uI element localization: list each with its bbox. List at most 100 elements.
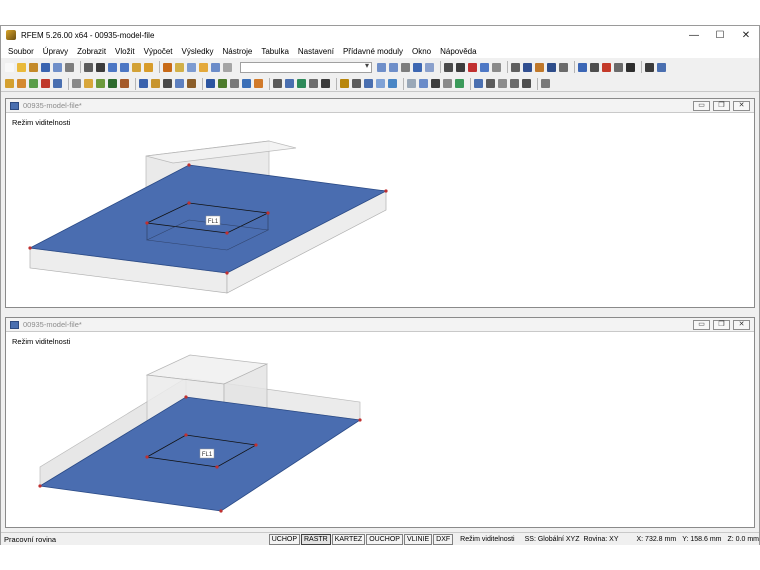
main-right-tool-icon-5[interactable]: [444, 62, 453, 72]
node[interactable]: [219, 509, 223, 513]
secondary-tool-icon-24[interactable]: [321, 79, 330, 88]
secondary-tool-icon-13[interactable]: [175, 79, 184, 88]
view-1-scene[interactable]: FL1: [6, 113, 754, 308]
secondary-tool-icon-14[interactable]: [187, 79, 196, 88]
secondary-tool-icon-38[interactable]: [510, 79, 519, 88]
node[interactable]: [215, 465, 219, 469]
view-2-scene[interactable]: FL1: [6, 332, 754, 528]
main-right-tool-icon-17[interactable]: [602, 62, 611, 72]
close-icon[interactable]: ✕: [733, 26, 759, 44]
secondary-tool-icon-17[interactable]: [230, 79, 239, 88]
menu-item-5[interactable]: Výsledky: [182, 47, 214, 56]
secondary-tool-icon-7[interactable]: [96, 79, 105, 88]
main-tool-icon-10[interactable]: [132, 62, 141, 72]
menu-item-4[interactable]: Výpočet: [144, 47, 173, 56]
secondary-tool-icon-27[interactable]: [364, 79, 373, 88]
main-right-tool-icon-10[interactable]: [511, 62, 520, 72]
main-right-tool-icon-15[interactable]: [578, 62, 587, 72]
secondary-tool-icon-9[interactable]: [120, 79, 129, 88]
main-tool-icon-3[interactable]: [41, 62, 50, 72]
main-right-tool-icon-6[interactable]: [456, 62, 465, 72]
main-right-tool-icon-4[interactable]: [425, 62, 434, 72]
secondary-tool-icon-18[interactable]: [242, 79, 251, 88]
main-tool-icon-17[interactable]: [223, 62, 232, 72]
secondary-tool-icon-8[interactable]: [108, 79, 117, 88]
menu-item-6[interactable]: Nástroje: [223, 47, 253, 56]
secondary-tool-icon-23[interactable]: [309, 79, 318, 88]
secondary-tool-icon-40[interactable]: [541, 79, 550, 88]
main-tool-icon-14[interactable]: [187, 62, 196, 72]
menu-item-9[interactable]: Přídavné moduly: [343, 47, 403, 56]
menu-item-0[interactable]: Soubor: [8, 47, 34, 56]
secondary-tool-icon-31[interactable]: [419, 79, 428, 88]
main-right-tool-icon-11[interactable]: [523, 62, 532, 72]
secondary-tool-icon-33[interactable]: [443, 79, 452, 88]
maximize-icon[interactable]: ☐: [707, 26, 733, 44]
menu-item-11[interactable]: Nápověda: [440, 47, 476, 56]
main-right-tool-icon-2[interactable]: [401, 62, 410, 72]
secondary-tool-icon-26[interactable]: [352, 79, 361, 88]
status-toggle-dxf[interactable]: DXF: [433, 533, 454, 545]
node[interactable]: [184, 433, 188, 437]
secondary-tool-icon-5[interactable]: [72, 79, 81, 88]
main-tool-icon-15[interactable]: [199, 62, 208, 72]
secondary-tool-icon-6[interactable]: [84, 79, 93, 88]
secondary-tool-icon-10[interactable]: [139, 79, 148, 88]
node[interactable]: [145, 455, 149, 459]
view-close-icon[interactable]: ✕: [733, 320, 750, 330]
main-tool-icon-2[interactable]: [29, 62, 38, 72]
secondary-tool-icon-36[interactable]: [486, 79, 495, 88]
status-toggle-kartez[interactable]: KARTEZ: [331, 533, 366, 545]
node[interactable]: [384, 189, 388, 193]
main-right-tool-icon-3[interactable]: [413, 62, 422, 72]
secondary-tool-icon-35[interactable]: [474, 79, 483, 88]
main-tool-icon-7[interactable]: [96, 62, 105, 72]
secondary-tool-icon-30[interactable]: [407, 79, 416, 88]
secondary-tool-icon-20[interactable]: [273, 79, 282, 88]
view-restore-icon[interactable]: ❐: [713, 320, 730, 330]
secondary-tool-icon-19[interactable]: [254, 79, 263, 88]
status-toggle-ouchop[interactable]: OUCHOP: [366, 533, 403, 545]
minimize-icon[interactable]: —: [681, 26, 707, 44]
secondary-tool-icon-22[interactable]: [297, 79, 306, 88]
node[interactable]: [254, 443, 258, 447]
secondary-tool-icon-4[interactable]: [53, 79, 62, 88]
main-tool-icon-5[interactable]: [65, 62, 74, 72]
secondary-tool-icon-28[interactable]: [376, 79, 385, 88]
secondary-tool-icon-21[interactable]: [285, 79, 294, 88]
node[interactable]: [38, 484, 42, 488]
secondary-tool-icon-0[interactable]: [5, 79, 14, 88]
node[interactable]: [28, 246, 32, 250]
secondary-tool-icon-37[interactable]: [498, 79, 507, 88]
view-restore-icon[interactable]: ❐: [713, 101, 730, 111]
main-right-tool-icon-12[interactable]: [535, 62, 544, 72]
view-close-icon[interactable]: ✕: [733, 101, 750, 111]
secondary-tool-icon-29[interactable]: [388, 79, 397, 88]
main-tool-icon-16[interactable]: [211, 62, 220, 72]
menu-item-3[interactable]: Vložit: [115, 47, 135, 56]
main-right-tool-icon-19[interactable]: [626, 62, 635, 72]
secondary-tool-icon-12[interactable]: [163, 79, 172, 88]
secondary-tool-icon-1[interactable]: [17, 79, 26, 88]
menu-item-7[interactable]: Tabulka: [261, 47, 289, 56]
node[interactable]: [266, 211, 270, 215]
model-view-1[interactable]: 00935-model-file* ▭ ❐ ✕ Režim viditelnos…: [5, 98, 755, 308]
menu-item-1[interactable]: Úpravy: [43, 47, 68, 56]
main-tool-icon-6[interactable]: [84, 62, 93, 72]
status-toggle-uchop[interactable]: UCHOP: [268, 533, 300, 545]
node[interactable]: [358, 418, 362, 422]
secondary-tool-icon-39[interactable]: [522, 79, 531, 88]
main-right-tool-icon-8[interactable]: [480, 62, 489, 72]
node[interactable]: [187, 201, 191, 205]
node[interactable]: [145, 221, 149, 225]
main-tool-icon-11[interactable]: [144, 62, 153, 72]
main-tool-icon-9[interactable]: [120, 62, 129, 72]
menu-item-2[interactable]: Zobrazit: [77, 47, 106, 56]
main-tool-icon-1[interactable]: [17, 62, 26, 72]
main-right-tool-icon-16[interactable]: [590, 62, 599, 72]
node[interactable]: [187, 163, 191, 167]
main-tool-icon-0[interactable]: [5, 62, 14, 72]
secondary-tool-icon-32[interactable]: [431, 79, 440, 88]
view-minimize-icon[interactable]: ▭: [693, 101, 710, 111]
secondary-tool-icon-25[interactable]: [340, 79, 349, 88]
